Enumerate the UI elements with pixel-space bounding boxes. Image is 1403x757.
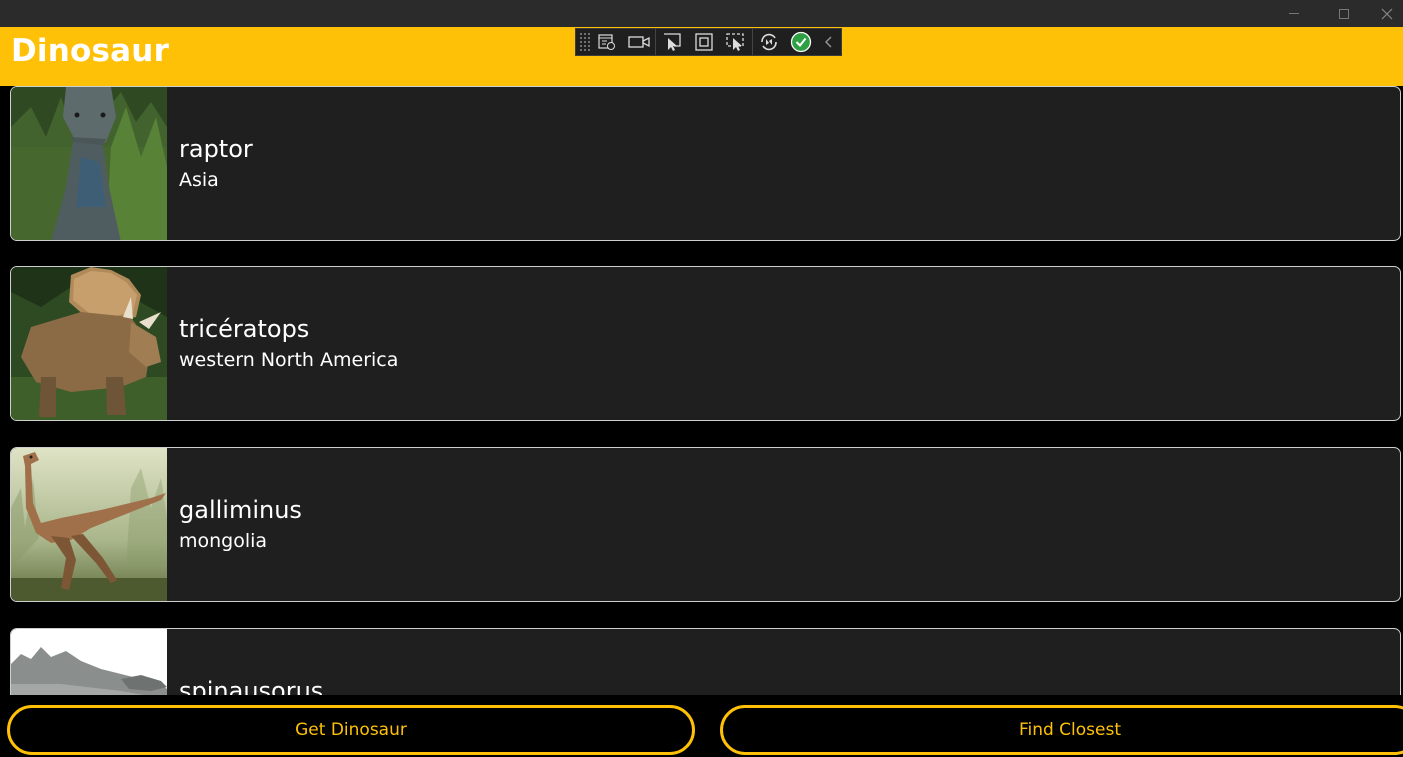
list-item[interactable]: raptor Asia bbox=[10, 86, 1401, 241]
maximize-button[interactable] bbox=[1321, 0, 1367, 27]
collapse-toolbar-button[interactable] bbox=[817, 28, 841, 56]
dinosaur-image bbox=[11, 448, 167, 601]
display-layout-adorners-button[interactable] bbox=[688, 28, 720, 56]
toolbar-grip-handle[interactable] bbox=[579, 32, 591, 52]
list-item[interactable]: galliminus mongolia bbox=[10, 447, 1401, 602]
dinosaur-name: tricératops bbox=[179, 315, 310, 343]
get-dinosaur-button[interactable]: Get Dinosaur bbox=[7, 705, 695, 755]
live-visual-tree-button[interactable] bbox=[591, 28, 623, 56]
find-closest-button[interactable]: Find Closest bbox=[720, 705, 1403, 755]
spinosaurus-image bbox=[11, 629, 167, 695]
window-title-bar bbox=[0, 0, 1403, 27]
dinosaur-image bbox=[11, 629, 167, 695]
dinosaur-region: mongolia bbox=[179, 530, 268, 552]
hot-reload-status-icon bbox=[790, 31, 812, 53]
raptor-image bbox=[11, 87, 167, 240]
gallimimus-image bbox=[11, 448, 167, 601]
debug-toolbar bbox=[575, 28, 842, 56]
dinosaur-list[interactable]: raptor Asia tricératops western North Am… bbox=[0, 86, 1403, 695]
record-icon bbox=[628, 36, 650, 48]
dinosaur-name: galliminus bbox=[179, 496, 302, 524]
close-button[interactable] bbox=[1371, 0, 1403, 27]
minimize-button[interactable] bbox=[1271, 0, 1317, 27]
page-title: Dinosaur bbox=[11, 33, 170, 69]
list-item[interactable]: tricératops western North America bbox=[10, 266, 1401, 421]
chevron-left-icon bbox=[825, 36, 832, 48]
minimize-icon bbox=[1289, 13, 1299, 14]
hot-reload-icon bbox=[761, 33, 777, 51]
track-focus-button[interactable] bbox=[720, 28, 752, 56]
track-focus-icon bbox=[726, 33, 744, 51]
record-button[interactable] bbox=[623, 28, 655, 56]
list-item[interactable]: spinausorus bbox=[10, 628, 1401, 695]
dinosaur-name: raptor bbox=[179, 135, 253, 163]
dinosaur-region: Asia bbox=[179, 169, 219, 191]
action-bar: Get Dinosaur Find Closest bbox=[0, 695, 1403, 757]
select-element-button[interactable] bbox=[656, 28, 688, 56]
maximize-icon bbox=[1339, 8, 1349, 19]
display-layout-adorners-icon bbox=[695, 33, 713, 51]
dinosaur-name: spinausorus bbox=[179, 677, 324, 695]
live-visual-tree-icon bbox=[598, 34, 615, 50]
select-element-icon bbox=[664, 33, 681, 51]
triceratops-image bbox=[11, 267, 167, 420]
hot-reload-status-button[interactable] bbox=[785, 28, 817, 56]
dinosaur-region: western North America bbox=[179, 349, 399, 371]
close-icon bbox=[1381, 8, 1393, 19]
hot-reload-button[interactable] bbox=[753, 28, 785, 56]
dinosaur-image bbox=[11, 87, 167, 240]
dinosaur-image bbox=[11, 267, 167, 420]
